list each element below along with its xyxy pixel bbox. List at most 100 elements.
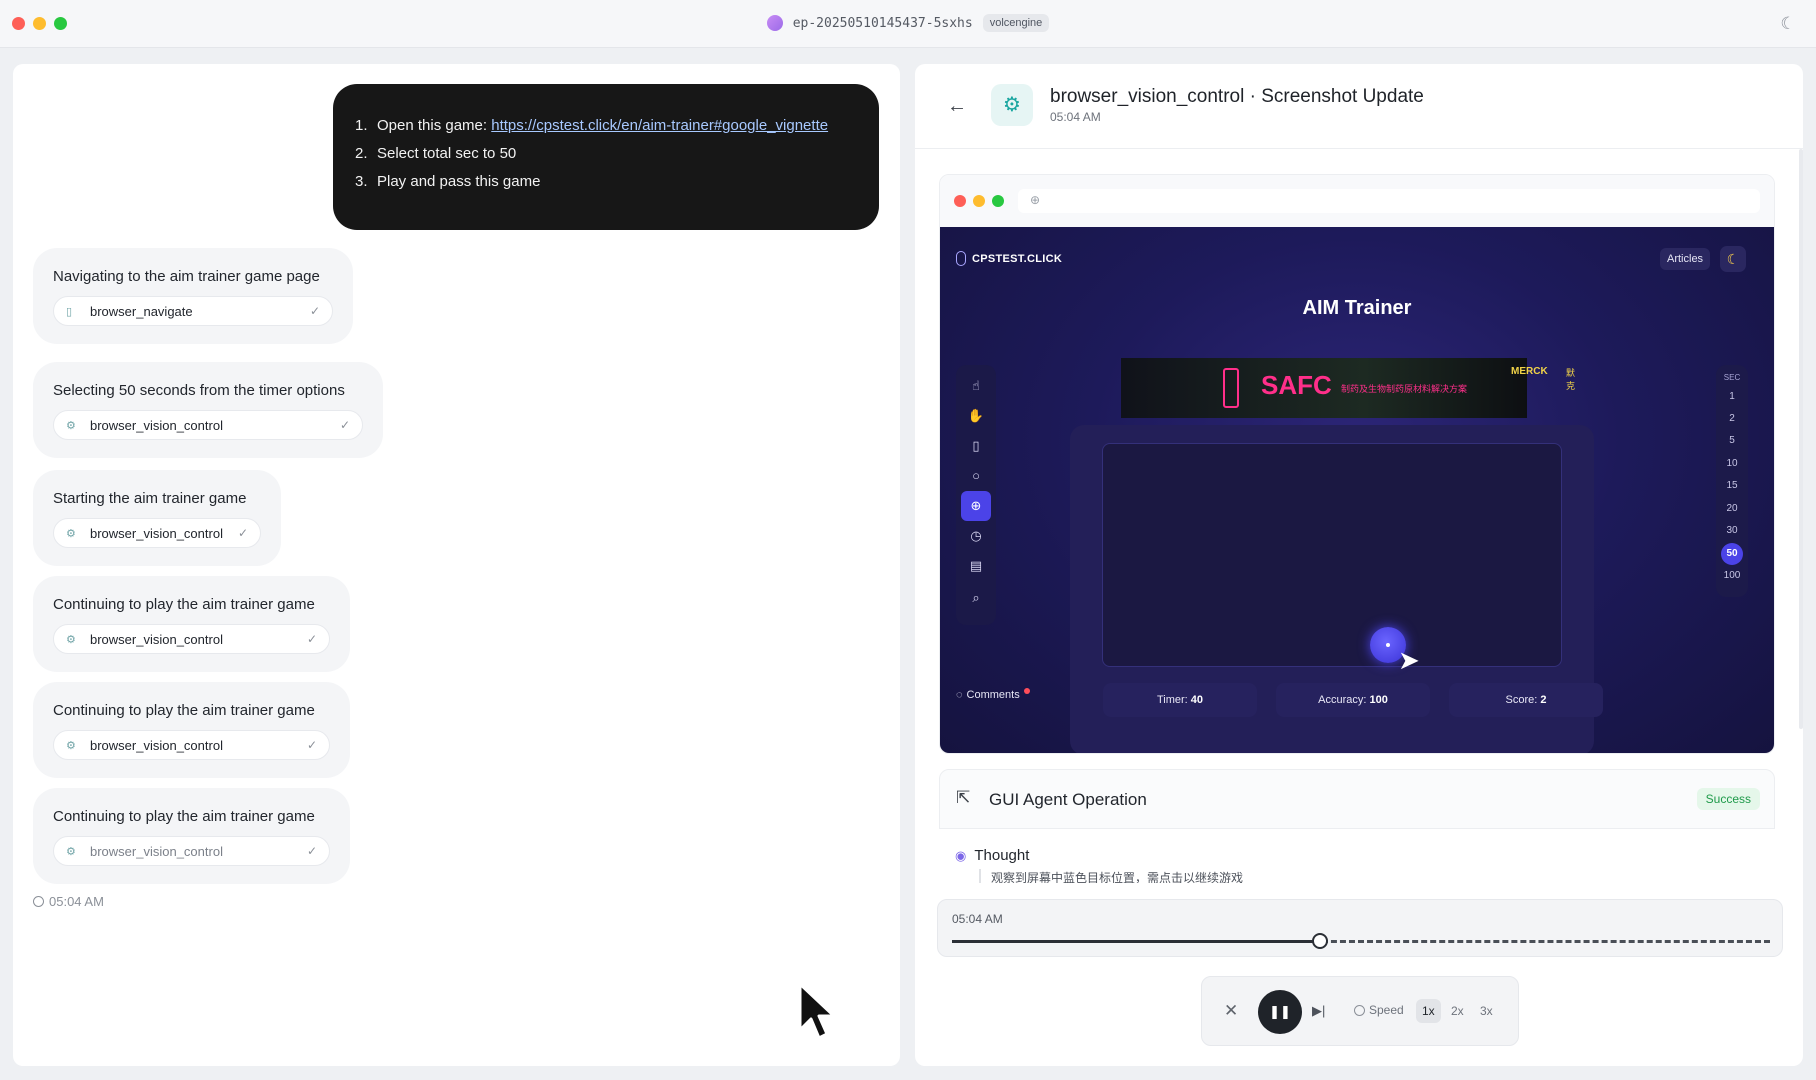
mouse-icon	[956, 251, 966, 266]
detail-title: browser_vision_control · Screenshot Upda…	[1050, 86, 1424, 107]
tool-name: browser_vision_control	[90, 631, 223, 647]
timeline-scrubber[interactable]	[1312, 933, 1329, 949]
vial-icon	[1223, 368, 1239, 408]
accuracy-value: 100	[1369, 694, 1388, 706]
pointer-hand-icon: ☝	[972, 378, 980, 393]
articles-button: Articles	[1660, 248, 1711, 270]
aim-trainer-page: CPSTEST.CLICK Articles ☾ AIM Trainer SAF…	[940, 227, 1774, 753]
seconds-selector: SEC 1 2 5 10 15 20 30 50 100	[1716, 365, 1748, 597]
playback-controls: ✕ ❚❚ ▶| Speed 1x 2x 3x	[1201, 976, 1519, 1046]
tool-call-chip[interactable]: ⚙ browser_vision_control ✓	[53, 410, 363, 440]
seconds-option: 20	[1726, 503, 1738, 514]
gear-icon: ⚙	[991, 84, 1033, 126]
mouse-icon: ▯	[972, 438, 980, 453]
game-mode-rail: ☝ ✋ ▯ ○ ⊕ ◷ ▤ ⌕	[956, 365, 996, 625]
speed-label: Speed	[1354, 1003, 1404, 1017]
check-icon: ✓	[306, 632, 317, 646]
tool-name: browser_vision_control	[90, 737, 223, 753]
instruction-text: Select total sec to 50	[377, 145, 517, 162]
eye-icon: ◉	[955, 847, 967, 863]
accuracy-label: Accuracy:	[1318, 694, 1367, 706]
score-label: Score:	[1505, 694, 1538, 706]
ad-headline: SAFC	[1261, 370, 1332, 400]
user-message: 1. Open this game: https://cpstest.click/…	[333, 84, 879, 230]
tool-call-chip[interactable]: ⚙ browser_vision_control ✓	[53, 518, 261, 548]
seconds-option: 2	[1729, 413, 1735, 424]
game-link[interactable]: https://cpstest.click/en/aim-trainer#goo…	[491, 117, 828, 134]
step-title: Continuing to play the aim trainer game	[53, 596, 315, 613]
globe-icon: ⊕	[1030, 193, 1041, 207]
check-icon: ✓	[237, 526, 248, 540]
document-icon: ▯	[66, 305, 73, 318]
pause-button[interactable]: ❚❚	[1258, 990, 1302, 1034]
agent-step: Navigating to the aim trainer game page …	[33, 248, 353, 344]
timer-stat: Timer: 40	[1103, 683, 1257, 717]
check-icon: ✓	[306, 738, 317, 752]
site-logo: CPSTEST.CLICK	[956, 251, 1062, 266]
thought-label: Thought	[974, 847, 1030, 864]
instruction-text: Open this game:	[377, 117, 492, 134]
window-title: ep-20250510145437-5sxhs volcengine	[0, 14, 1816, 32]
user-instruction-item: 1. Open this game: https://cpstest.click/…	[355, 112, 857, 140]
ad-brand-cn: 默克	[1566, 368, 1576, 391]
target-center	[1386, 643, 1390, 647]
timer-value: 40	[1190, 694, 1204, 706]
tool-call-chip[interactable]: ▯ browser_navigate ✓	[53, 296, 333, 326]
user-instruction-list: 1. Open this game: https://cpstest.click/…	[355, 112, 857, 196]
score-stat: Score: 2	[1449, 683, 1603, 717]
step-title: Navigating to the aim trainer game page	[53, 268, 320, 285]
instruction-text: Play and pass this game	[377, 173, 541, 190]
gear-icon: ⚙	[66, 419, 76, 432]
timeline-progress	[952, 940, 1321, 943]
agent-step: Continuing to play the aim trainer game …	[33, 682, 350, 778]
speed-text: Speed	[1369, 1003, 1404, 1017]
detail-time: 05:04 AM	[1050, 110, 1101, 124]
skip-next-icon[interactable]: ▶|	[1312, 999, 1325, 1023]
close-icon[interactable]: ✕	[1224, 999, 1238, 1023]
gear-icon: ⚙	[66, 633, 76, 646]
seconds-option: 10	[1726, 458, 1738, 469]
model-avatar-icon	[766, 15, 783, 31]
browser-screenshot: ⊕ CPSTEST.CLICK Articles ☾ AIM Trainer S…	[939, 174, 1775, 754]
browser-window-controls	[954, 195, 1004, 207]
tool-call-chip[interactable]: ⚙ browser_vision_control ✓	[53, 730, 330, 760]
game-title: AIM Trainer	[1302, 297, 1412, 319]
speech-bubble-icon: ◌	[956, 689, 963, 701]
gear-icon: ⚙	[66, 845, 76, 858]
agent-step: Continuing to play the aim trainer game …	[33, 788, 350, 884]
model-id: ep-20250510145437-5sxhs	[792, 15, 973, 31]
hand-icon: ✋	[967, 408, 985, 423]
seconds-option: 5	[1729, 435, 1735, 446]
window-titlebar: ep-20250510145437-5sxhs volcengine ☾	[0, 0, 1816, 48]
step-title: Continuing to play the aim trainer game	[53, 808, 315, 825]
thought-text: 观察到屏幕中蓝色目标位置，需点击以继续游戏	[979, 869, 1243, 883]
speed-1x-button[interactable]: 1x	[1416, 999, 1441, 1023]
replay-timeline: 05:04 AM	[937, 899, 1783, 957]
stopwatch-icon: ◷	[970, 528, 982, 543]
back-arrow-icon[interactable]: ←	[945, 94, 969, 118]
agent-step: Starting the aim trainer game ⚙ browser_…	[33, 470, 281, 566]
keyboard-icon: ▤	[969, 558, 983, 573]
detail-header: ← ⚙ browser_vision_control · Screenshot …	[915, 64, 1803, 149]
status-badge: Success	[1696, 788, 1760, 810]
browser-close-dot	[954, 195, 966, 207]
crosshair-icon: ⊕	[961, 491, 991, 521]
search-screen-icon: ⌕	[972, 590, 980, 605]
check-icon: ✓	[309, 304, 320, 318]
gear-icon: ⚙	[66, 527, 76, 540]
user-instruction-item: 3. Play and pass this game	[355, 168, 857, 196]
timer-label: Timer:	[1156, 694, 1188, 706]
mouse-cursor-icon: ➤	[1398, 645, 1420, 675]
agent-step: Continuing to play the aim trainer game …	[33, 576, 350, 672]
moon-icon[interactable]: ☾	[1778, 14, 1798, 34]
step-title: Continuing to play the aim trainer game	[53, 702, 315, 719]
tool-name: browser_navigate	[90, 303, 193, 319]
tool-call-chip[interactable]: ⚙ browser_vision_control ✓	[53, 836, 330, 866]
list-number: 2.	[355, 145, 368, 162]
scrollbar[interactable]	[1799, 149, 1803, 729]
gear-icon: ⚙	[66, 739, 76, 752]
moon-icon: ☾	[1720, 246, 1746, 272]
tool-call-chip[interactable]: ⚙ browser_vision_control ✓	[53, 624, 330, 654]
speed-3x-button[interactable]: 3x	[1474, 999, 1499, 1023]
speed-2x-button[interactable]: 2x	[1445, 999, 1470, 1023]
